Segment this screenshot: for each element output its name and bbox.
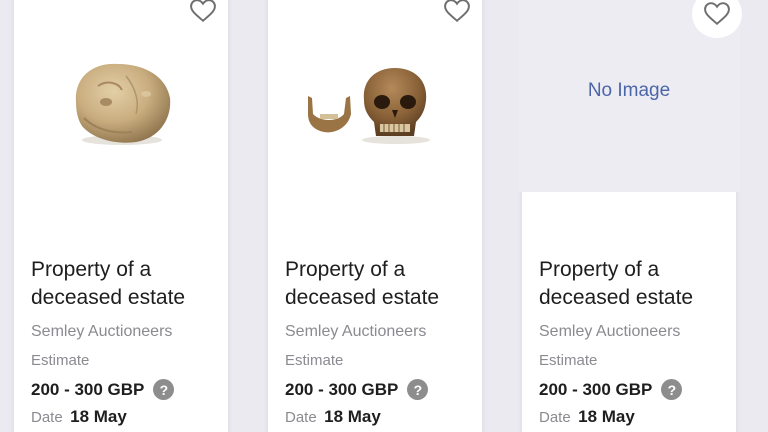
estimate-label: Estimate [31,352,90,369]
estimate-value-text: 200 - 300 GBP [539,379,653,399]
estimate-value: 200 - 300 GBP ? [31,379,175,400]
lot-title[interactable]: Property of a deceased estate [285,256,475,312]
lot-image[interactable] [14,0,228,192]
question-icon[interactable]: ? [407,379,429,400]
auction-house: Semley Auctioneers [285,323,427,340]
favourite-button[interactable] [440,0,474,28]
date-label: Date [31,409,63,426]
lot-title[interactable]: Property of a deceased estate [31,256,221,312]
estimate-value: 200 - 300 GBP ? [539,379,683,400]
estimate-label: Estimate [539,352,598,369]
estimate-value: 200 - 300 GBP ? [285,379,429,400]
date-label: Date [285,409,317,426]
lot-card[interactable]: Property of a deceased estate Semley Auc… [268,0,482,432]
date-value: 18 May [70,407,127,426]
date-label: Date [539,409,571,426]
auction-house: Semley Auctioneers [539,323,681,340]
heart-outline-icon [704,2,730,26]
lot-card[interactable]: No Image Property of a deceased estate S… [518,0,742,432]
estimate-label: Estimate [285,352,344,369]
estimate-value-text: 200 - 300 GBP [285,379,399,399]
lot-date: Date 18 May [31,407,127,427]
auction-house: Semley Auctioneers [31,323,173,340]
lot-title[interactable]: Property of a deceased estate [539,256,729,312]
skull-fragment-photo [75,63,171,145]
question-icon[interactable]: ? [153,379,175,400]
lot-card[interactable]: Property of a deceased estate Semley Auc… [14,0,228,432]
skull-and-jaw-photo [308,68,430,144]
lot-image[interactable] [268,0,482,192]
question-icon[interactable]: ? [661,379,683,400]
heart-outline-icon [444,0,470,23]
date-value: 18 May [578,407,635,426]
favourite-button[interactable] [186,0,220,28]
estimate-value-text: 200 - 300 GBP [31,379,145,399]
heart-outline-icon [190,0,216,23]
lot-date: Date 18 May [539,407,635,427]
date-value: 18 May [324,407,381,426]
lot-date: Date 18 May [285,407,381,427]
no-image-text: No Image [587,80,671,101]
